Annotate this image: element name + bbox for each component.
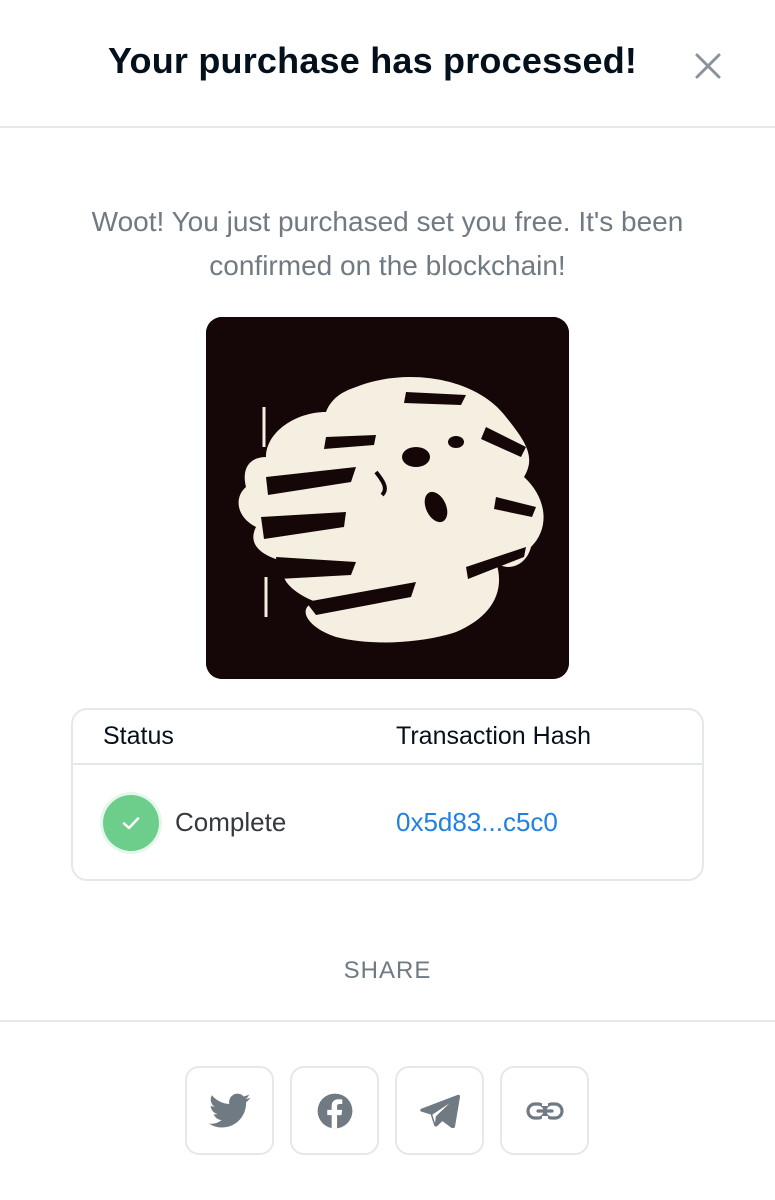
nft-artwork-image [206, 317, 569, 679]
status-column-header: Status [103, 722, 174, 750]
close-button[interactable] [690, 48, 726, 84]
status-value: Complete [175, 807, 287, 837]
close-icon [695, 53, 721, 79]
hash-column-header: Transaction Hash [396, 722, 591, 750]
transaction-table-header: Status Transaction Hash [73, 710, 702, 765]
modal-header: Your purchase has processed! [0, 0, 775, 128]
transaction-table: Status Transaction Hash Complete 0x5d83.… [71, 708, 704, 881]
share-facebook-button[interactable] [290, 1066, 379, 1155]
link-icon [525, 1101, 564, 1120]
confirmation-message: Woot! You just purchased set you free. I… [91, 206, 684, 281]
modal-title: Your purchase has processed! [108, 40, 638, 81]
divider [0, 1020, 775, 1022]
share-telegram-button[interactable] [395, 1066, 484, 1155]
facebook-icon [317, 1093, 352, 1128]
share-twitter-button[interactable] [185, 1066, 274, 1155]
share-buttons [185, 1066, 589, 1155]
transaction-hash-link[interactable]: 0x5d83...c5c0 [396, 807, 558, 838]
share-link-button[interactable] [500, 1066, 589, 1155]
share-label: SHARE [343, 957, 432, 984]
twitter-icon [208, 1093, 250, 1127]
check-icon [103, 795, 159, 851]
table-row: Complete 0x5d83...c5c0 [73, 765, 702, 881]
telegram-icon [419, 1094, 460, 1128]
